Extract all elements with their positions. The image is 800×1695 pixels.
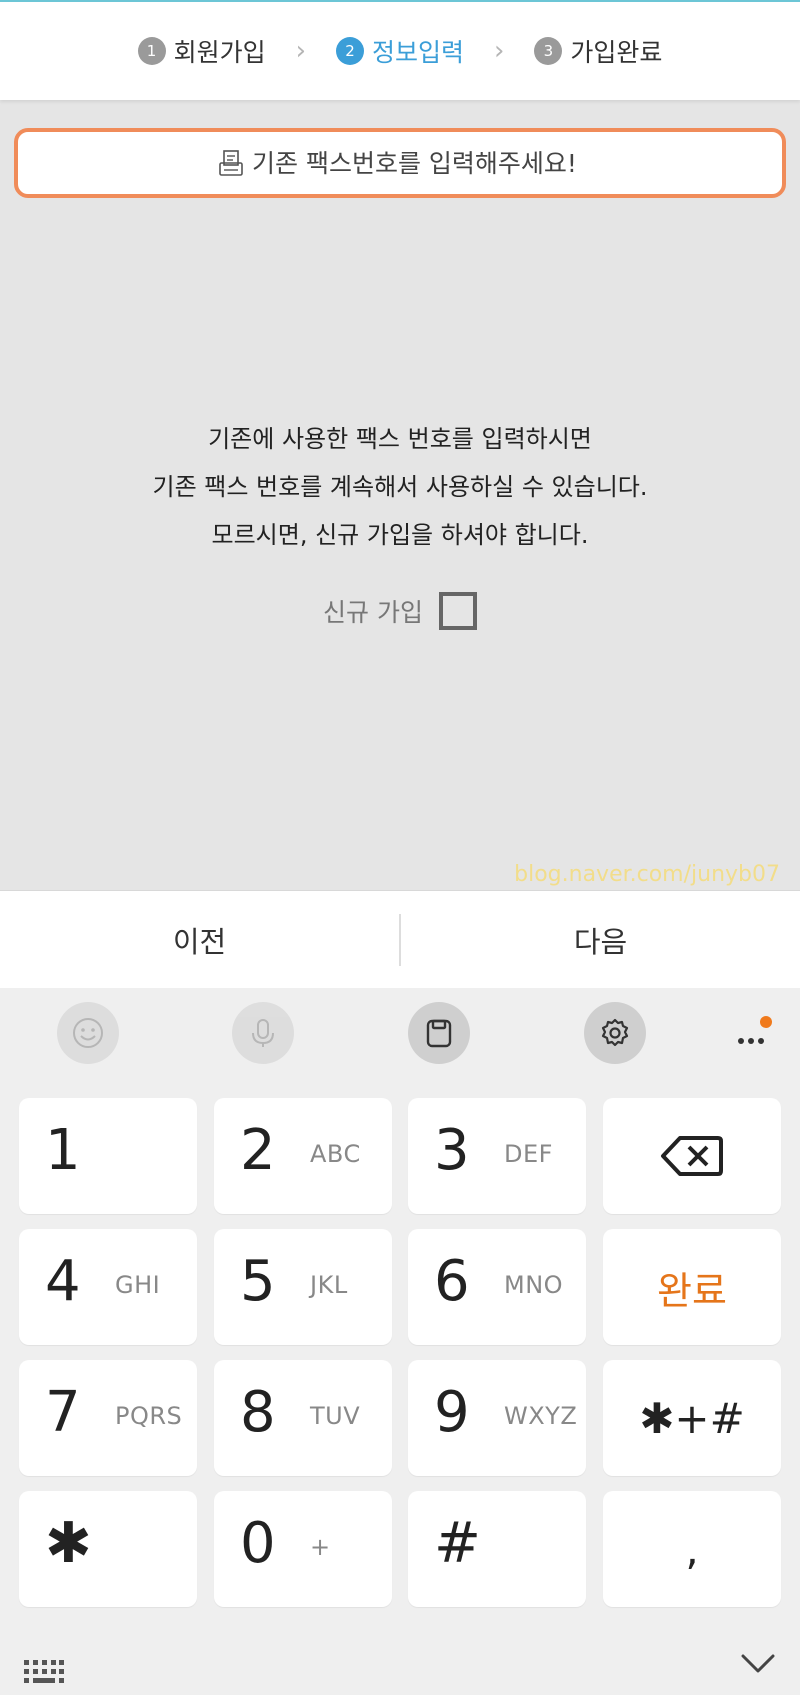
key-letters: PQRS: [115, 1402, 183, 1430]
message-line: 기존에 사용한 팩스 번호를 입력하시면: [208, 425, 592, 453]
comma-label: ,: [685, 1524, 699, 1574]
next-button[interactable]: 다음: [401, 919, 800, 961]
key-letters: DEF: [504, 1140, 553, 1168]
key-4[interactable]: 4 GHI: [19, 1229, 197, 1345]
fax-number-input[interactable]: [252, 148, 582, 178]
step-navigation: 이전 다음: [0, 890, 800, 988]
key-letters: JKL: [310, 1271, 348, 1299]
key-digit: ✱: [45, 1511, 92, 1576]
symbols-key[interactable]: ✱+#: [603, 1360, 781, 1476]
key-6[interactable]: 6 MNO: [408, 1229, 586, 1345]
done-label: 완료: [657, 1268, 727, 1313]
more-dot: [758, 1038, 764, 1044]
chevron-right-icon: ›: [295, 36, 306, 66]
settings-icon[interactable]: [584, 1002, 646, 1064]
step-signup: 1 회원가입: [137, 33, 266, 69]
key-digit: 8: [240, 1380, 276, 1445]
key-letters: GHI: [115, 1271, 161, 1299]
comma-key[interactable]: ,: [603, 1491, 781, 1607]
microphone-icon[interactable]: [232, 1002, 294, 1064]
signup-stepper: 1 회원가입 › 2 정보입력 › 3 가입완료: [0, 0, 800, 100]
key-letters: ABC: [310, 1140, 361, 1168]
key-digit: 7: [45, 1380, 81, 1445]
blog-watermark: blog.naver.com/junyb07: [514, 862, 780, 887]
key-7[interactable]: 7 PQRS: [19, 1360, 197, 1476]
key-8[interactable]: 8 TUV: [214, 1360, 392, 1476]
prev-button[interactable]: 이전: [0, 919, 399, 961]
key-3[interactable]: 3 DEF: [408, 1098, 586, 1214]
step-number: 2: [335, 37, 364, 65]
key-digit: 4: [45, 1249, 81, 1314]
key-digit: 5: [240, 1249, 276, 1314]
more-icon[interactable]: [730, 1016, 774, 1052]
chevron-down-icon[interactable]: [740, 1652, 776, 1680]
key-digit: 9: [434, 1380, 470, 1445]
key-digit: 3: [434, 1118, 470, 1183]
key-9[interactable]: 9 WXYZ: [408, 1360, 586, 1476]
fax-number-field[interactable]: [14, 128, 786, 198]
numeric-keyboard: 1 2 ABC 3 DEF 4 GHI 5 JKL 6 MNO 완료 7 PQR…: [0, 988, 800, 1695]
key-digit: 0: [240, 1511, 276, 1576]
key-digit: #: [434, 1511, 481, 1576]
hash-key[interactable]: #: [408, 1491, 586, 1607]
backspace-icon: [603, 1098, 781, 1214]
step-label: 회원가입: [173, 38, 266, 67]
key-5[interactable]: 5 JKL: [214, 1229, 392, 1345]
step-label: 가입완료: [570, 38, 663, 67]
new-signup-checkbox[interactable]: [438, 592, 477, 630]
step-number: 1: [137, 37, 166, 65]
key-letters: TUV: [310, 1402, 361, 1430]
emoji-icon[interactable]: [57, 1002, 119, 1064]
key-digit: 2: [240, 1118, 276, 1183]
clipboard-icon[interactable]: [408, 1002, 470, 1064]
new-signup-label: 신규 가입: [323, 598, 423, 627]
step-label: 정보입력: [371, 38, 464, 67]
more-dot: [738, 1038, 744, 1044]
key-letters: +: [310, 1533, 331, 1561]
backspace-key[interactable]: [603, 1098, 781, 1214]
step-complete: 3 가입완료: [534, 33, 662, 69]
star-key[interactable]: ✱: [19, 1491, 197, 1607]
keyboard-toolbar: [0, 988, 800, 1078]
fax-document-icon: [219, 150, 243, 176]
key-2[interactable]: 2 ABC: [214, 1098, 392, 1214]
step-info-input: 2 정보입력: [335, 33, 464, 69]
step-number: 3: [534, 37, 563, 65]
notification-badge: [760, 1016, 772, 1028]
more-dot: [748, 1038, 754, 1044]
key-0[interactable]: 0 +: [214, 1491, 392, 1607]
key-letters: WXYZ: [504, 1402, 578, 1430]
key-digit: 1: [45, 1118, 81, 1183]
fax-info-message: 기존에 사용한 팩스 번호를 입력하시면 기존 팩스 번호를 계속해서 사용하실…: [0, 415, 800, 559]
symbols-label: ✱+#: [639, 1393, 745, 1443]
message-line: 모르시면, 신규 가입을 하셔야 합니다.: [211, 521, 589, 549]
key-letters: MNO: [504, 1271, 564, 1299]
chevron-right-icon: ›: [494, 36, 505, 66]
message-line: 기존 팩스 번호를 계속해서 사용하실 수 있습니다.: [152, 473, 648, 501]
key-digit: 6: [434, 1249, 470, 1314]
new-signup-option[interactable]: 신규 가입: [0, 592, 800, 630]
keyboard-switch-icon[interactable]: [24, 1660, 64, 1690]
key-1[interactable]: 1: [19, 1098, 197, 1214]
done-key[interactable]: 완료: [603, 1229, 781, 1345]
